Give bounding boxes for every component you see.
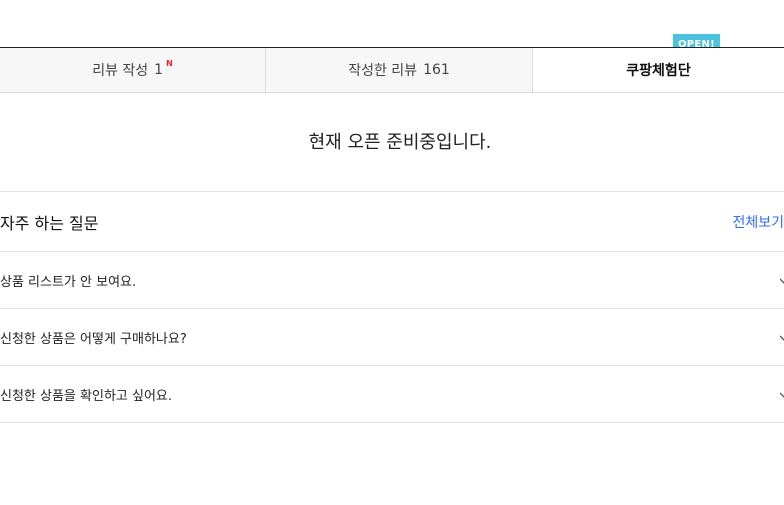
tab-written-reviews-label: 작성한 리뷰 bbox=[348, 63, 418, 79]
divider bbox=[0, 422, 784, 423]
faq-view-all-link[interactable]: 전체보기 bbox=[732, 212, 784, 232]
tab-write-review-label: 리뷰 작성 bbox=[92, 63, 149, 79]
chevron-down-icon bbox=[780, 277, 784, 285]
faq-header: 자주 하는 질문 전체보기 bbox=[0, 192, 784, 251]
page: OPEN! 리뷰 작성 1 N 작성한 리뷰 161 쿠팡체험단 현재 오픈 준… bbox=[0, 0, 784, 505]
faq-question: 신청한 상품을 확인하고 싶어요. bbox=[0, 389, 173, 404]
faq-question: 신청한 상품은 어떻게 구매하나요? bbox=[0, 332, 187, 347]
chevron-down-icon bbox=[780, 334, 784, 342]
notice-message: 현재 오픈 준비중입니다. bbox=[308, 132, 492, 153]
faq-title: 자주 하는 질문 bbox=[0, 213, 99, 233]
faq-item[interactable]: 신청한 상품을 확인하고 싶어요. bbox=[0, 366, 784, 423]
tab-written-reviews-count: 161 bbox=[423, 62, 450, 78]
tab-coupang-experience[interactable]: 쿠팡체험단 bbox=[533, 48, 784, 92]
faq-item[interactable]: 신청한 상품은 어떻게 구매하나요? bbox=[0, 309, 784, 366]
tab-coupang-experience-label: 쿠팡체험단 bbox=[626, 63, 691, 79]
faq-question: 상품 리스트가 안 보여요. bbox=[0, 275, 137, 290]
review-tabs: 리뷰 작성 1 N 작성한 리뷰 161 쿠팡체험단 bbox=[0, 47, 784, 93]
tab-write-review-count: 1 bbox=[154, 62, 164, 78]
tab-written-reviews[interactable]: 작성한 리뷰 161 bbox=[266, 48, 533, 92]
new-badge: N bbox=[166, 58, 173, 68]
tab-write-review[interactable]: 리뷰 작성 1 N bbox=[0, 48, 266, 92]
chevron-down-icon bbox=[780, 391, 784, 399]
faq-item[interactable]: 상품 리스트가 안 보여요. bbox=[0, 252, 784, 309]
